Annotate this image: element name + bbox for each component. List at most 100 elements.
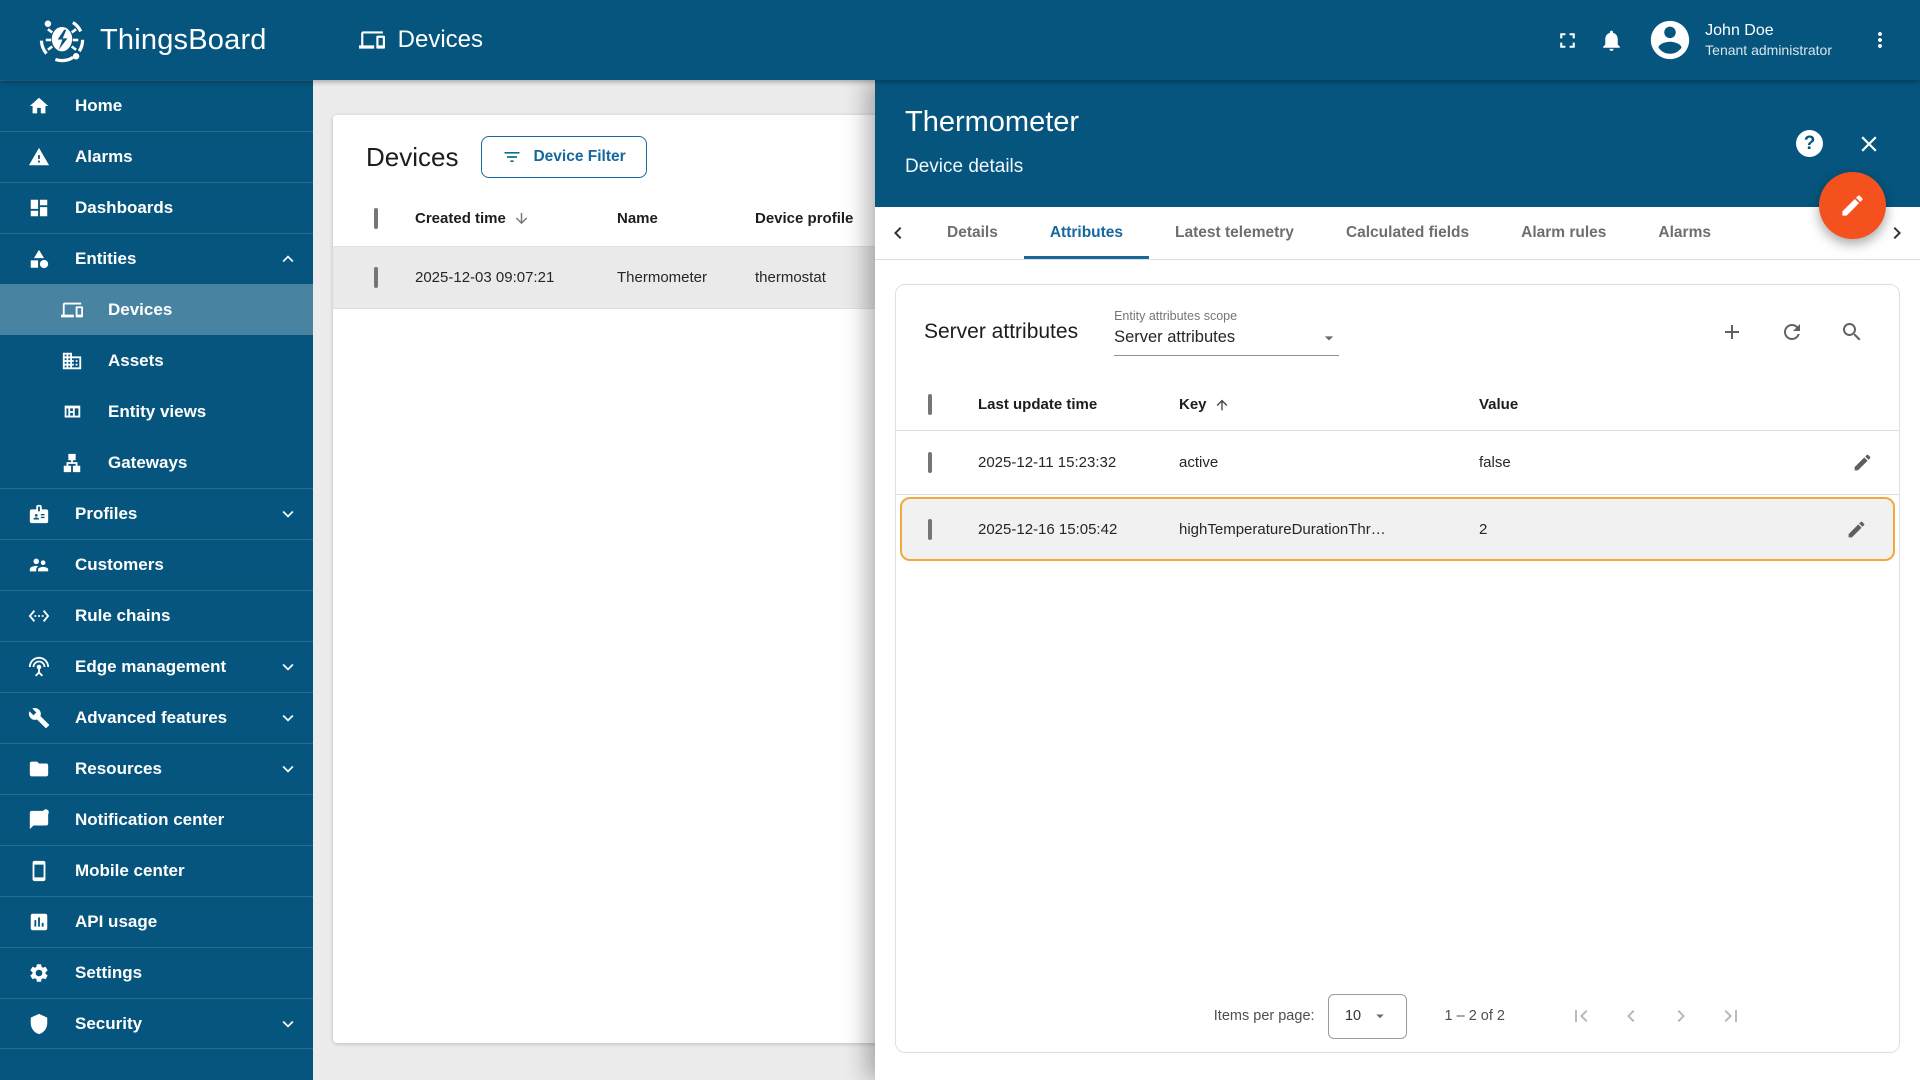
bell-icon bbox=[1602, 30, 1620, 51]
attributes-title: Server attributes bbox=[924, 320, 1079, 343]
edit-attribute-button[interactable] bbox=[1852, 452, 1873, 473]
devices-table-title: Devices bbox=[366, 141, 459, 172]
sidebar-item-resources[interactable]: Resources bbox=[0, 743, 313, 794]
chevron-up-icon bbox=[282, 255, 294, 263]
folder-icon bbox=[29, 761, 49, 777]
sidebar-item-rule-chains[interactable]: Rule chains bbox=[0, 590, 313, 641]
notification-center-icon bbox=[29, 809, 49, 830]
edit-attribute-button[interactable] bbox=[1846, 519, 1867, 540]
sidebar-item-customers[interactable]: Customers bbox=[0, 539, 313, 590]
pencil-icon bbox=[1854, 454, 1871, 471]
edge-management-icon bbox=[28, 656, 50, 677]
sidebar-item-home[interactable]: Home bbox=[0, 80, 313, 131]
sidebar-item-gateways[interactable]: Gateways bbox=[0, 437, 313, 488]
chevron-right-icon bbox=[1893, 227, 1901, 239]
panel-header: Thermometer Device details ? bbox=[875, 80, 1920, 207]
home-icon bbox=[29, 97, 49, 114]
sidebar-item-notification-center[interactable]: Notification center bbox=[0, 794, 313, 845]
sidebar-item-dashboards[interactable]: Dashboards bbox=[0, 182, 313, 233]
previous-page-button[interactable] bbox=[1611, 996, 1651, 1036]
gear-icon bbox=[30, 964, 48, 982]
refresh-button[interactable] bbox=[1773, 313, 1811, 351]
sidebar-item-settings[interactable]: Settings bbox=[0, 947, 313, 998]
top-bar: ThingsBoard Devices John Doe Tenant admi… bbox=[0, 0, 1920, 80]
close-icon[interactable] bbox=[1856, 131, 1882, 157]
device-filter-button[interactable]: Device Filter bbox=[481, 136, 647, 178]
column-header-name[interactable]: Name bbox=[617, 210, 755, 227]
attribute-row-high-temperature-duration-threshold[interactable]: 2025-12-16 15:05:42 highTemperatureDurat… bbox=[900, 497, 1895, 561]
sidebar-item-devices[interactable]: Devices bbox=[0, 284, 313, 335]
sidebar-item-profiles[interactable]: Profiles bbox=[0, 488, 313, 539]
chevron-down-icon bbox=[282, 765, 294, 773]
devices-icon bbox=[358, 31, 385, 49]
panel-body: Server attributes Entity attributes scop… bbox=[875, 260, 1920, 1080]
sort-desc-icon bbox=[515, 212, 528, 225]
attribute-row-active[interactable]: 2025-12-11 15:23:32 active false bbox=[896, 431, 1899, 495]
column-header-created-time[interactable]: Created time bbox=[415, 210, 617, 227]
tabs-scroll-left-button[interactable] bbox=[875, 207, 921, 259]
filter-icon bbox=[504, 152, 520, 162]
sidebar-item-entity-views[interactable]: Entity views bbox=[0, 386, 313, 437]
first-page-button[interactable] bbox=[1561, 996, 1601, 1036]
sidebar-item-edge-management[interactable]: Edge management bbox=[0, 641, 313, 692]
search-button[interactable] bbox=[1833, 313, 1871, 351]
thingsboard-logo[interactable]: ThingsBoard bbox=[0, 14, 267, 66]
tab-calculated-fields[interactable]: Calculated fields bbox=[1320, 207, 1495, 259]
pencil-icon bbox=[1842, 195, 1863, 216]
last-page-icon bbox=[1724, 1010, 1737, 1022]
shield-icon bbox=[30, 1013, 48, 1034]
tab-alarm-rules[interactable]: Alarm rules bbox=[1495, 207, 1632, 259]
refresh-icon bbox=[1784, 324, 1800, 340]
tab-latest-telemetry[interactable]: Latest telemetry bbox=[1149, 207, 1320, 259]
notifications-button[interactable] bbox=[1589, 18, 1633, 62]
more-menu-button[interactable] bbox=[1858, 18, 1902, 62]
thingsboard-bug-logo-icon bbox=[39, 17, 85, 63]
last-page-button[interactable] bbox=[1711, 996, 1751, 1036]
breadcrumb: Devices bbox=[358, 26, 483, 54]
sidebar-item-api-usage[interactable]: API usage bbox=[0, 896, 313, 947]
row-checkbox[interactable] bbox=[928, 452, 932, 473]
account-circle-icon bbox=[1650, 20, 1690, 60]
sidebar-item-alarms[interactable]: Alarms bbox=[0, 131, 313, 182]
items-per-page-select[interactable]: 10 bbox=[1327, 993, 1407, 1039]
user-info[interactable]: John Doe Tenant administrator bbox=[1705, 20, 1832, 60]
sidebar-item-entities[interactable]: Entities bbox=[0, 233, 313, 284]
first-page-icon bbox=[1575, 1010, 1588, 1022]
assets-icon bbox=[62, 352, 82, 369]
user-avatar[interactable] bbox=[1647, 17, 1693, 63]
select-all-attributes-checkbox[interactable] bbox=[928, 394, 932, 415]
attribute-last-update-time: 2025-12-11 15:23:32 bbox=[978, 454, 1117, 471]
search-icon bbox=[1843, 323, 1861, 341]
scope-label: Entity attributes scope bbox=[1114, 308, 1238, 323]
devices-icon bbox=[61, 302, 83, 317]
sidebar-item-assets[interactable]: Assets bbox=[0, 335, 313, 386]
column-header-key[interactable]: Key bbox=[1179, 396, 1479, 413]
panel-title: Thermometer bbox=[905, 106, 1080, 138]
panel-tab-bar: Details Attributes Latest telemetry Calc… bbox=[875, 207, 1920, 260]
select-all-checkbox[interactable] bbox=[374, 208, 378, 229]
row-checkbox[interactable] bbox=[374, 267, 378, 288]
sidebar-item-mobile-center[interactable]: Mobile center bbox=[0, 845, 313, 896]
attribute-last-update-time: 2025-12-16 15:05:42 bbox=[978, 520, 1118, 538]
fullscreen-icon bbox=[1559, 32, 1575, 48]
app-name: ThingsBoard bbox=[100, 23, 267, 56]
column-header-last-update-time[interactable]: Last update time bbox=[978, 396, 1179, 413]
chevron-down-icon bbox=[282, 663, 294, 671]
row-checkbox[interactable] bbox=[928, 518, 932, 540]
device-created-time: 2025-12-03 09:07:21 bbox=[415, 269, 555, 286]
sidebar-item-security[interactable]: Security bbox=[0, 998, 313, 1049]
next-page-button[interactable] bbox=[1661, 996, 1701, 1036]
fullscreen-button[interactable] bbox=[1545, 18, 1589, 62]
device-name: Thermometer bbox=[617, 269, 708, 286]
tab-alarms[interactable]: Alarms bbox=[1632, 207, 1737, 259]
tab-attributes[interactable]: Attributes bbox=[1023, 207, 1150, 259]
tab-details[interactable]: Details bbox=[921, 207, 1024, 259]
column-header-value[interactable]: Value bbox=[1479, 396, 1843, 413]
attribute-key: active bbox=[1179, 454, 1219, 471]
edit-device-fab[interactable] bbox=[1819, 172, 1886, 239]
sidebar-item-advanced-features[interactable]: Advanced features bbox=[0, 692, 313, 743]
add-attribute-button[interactable] bbox=[1713, 313, 1751, 351]
help-button[interactable]: ? bbox=[1796, 130, 1823, 157]
chevron-down-icon bbox=[282, 1020, 294, 1028]
entity-attributes-scope-select[interactable]: Entity attributes scope Server attribute… bbox=[1114, 308, 1340, 356]
